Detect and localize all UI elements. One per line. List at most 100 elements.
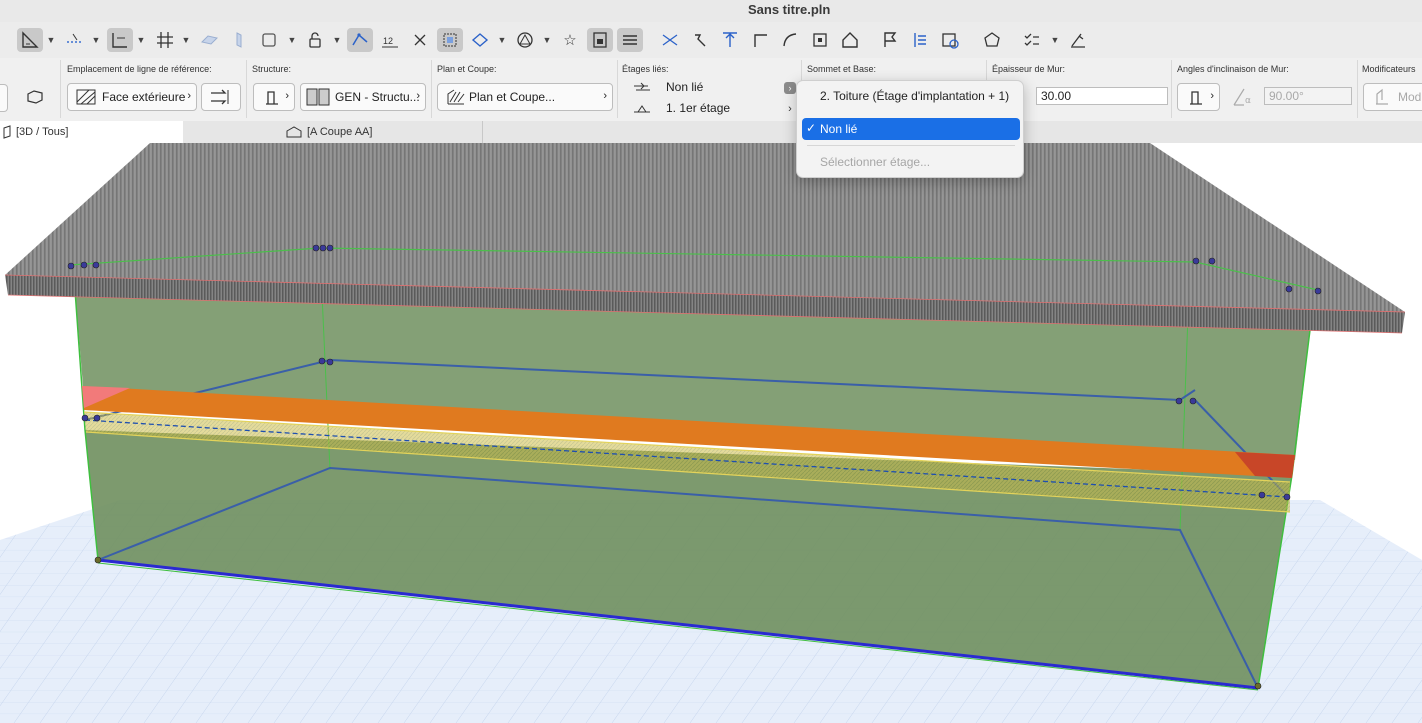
grid-icon[interactable] xyxy=(152,28,178,52)
flip-arrows-icon xyxy=(211,89,229,105)
angle-icon: α xyxy=(1233,88,1251,106)
dropdown-item-label: Sélectionner étage... xyxy=(820,155,931,169)
corner-icon[interactable] xyxy=(747,28,773,52)
reference-line-flip-button[interactable] xyxy=(201,83,241,111)
top-linked-arrow-button[interactable]: › xyxy=(784,82,796,94)
ruler-menu-caret[interactable]: ▼ xyxy=(46,32,56,48)
3d-view-icon xyxy=(3,125,11,139)
stack-icon[interactable] xyxy=(617,28,643,52)
structure-type-select[interactable]: › xyxy=(253,83,295,111)
shape-icon[interactable] xyxy=(512,28,538,52)
modifiers-label: Modificateurs xyxy=(1362,64,1416,74)
top-linked-value: Non lié xyxy=(666,80,704,94)
composite-icon xyxy=(306,88,330,106)
plan-section-icon xyxy=(447,89,465,105)
modifiers-button[interactable]: Modifi xyxy=(1363,83,1422,111)
check-list-menu-caret[interactable]: ▼ xyxy=(1050,32,1060,48)
group-icon[interactable] xyxy=(437,28,463,52)
previous-field-edge[interactable] xyxy=(0,84,8,112)
wall-slant-label: Angles d'inclinaison de Mur: xyxy=(1177,64,1289,74)
crop-icon[interactable] xyxy=(807,28,833,52)
snap-icon[interactable] xyxy=(107,28,133,52)
bottom-linked-arrow-button[interactable]: › xyxy=(784,103,796,115)
check-list-icon[interactable] xyxy=(1019,28,1045,52)
trace-icon[interactable] xyxy=(347,28,373,52)
layer-icon[interactable] xyxy=(587,28,613,52)
snap-menu-caret[interactable]: ▼ xyxy=(136,32,146,48)
chevron-right-icon: › xyxy=(1210,90,1214,102)
wall-thickness-label: Épaisseur de Mur: xyxy=(992,64,1066,74)
wall-slant-input: 90.00° xyxy=(1264,87,1352,105)
dropdown-item-toiture[interactable]: 2. Toiture (Étage d'implantation + 1) xyxy=(802,85,1020,107)
structure-composite-select[interactable]: GEN - Structu... › xyxy=(300,83,426,111)
dropdown-item-non-lie[interactable]: ✓ Non lié xyxy=(802,118,1020,140)
selection-menu-caret[interactable]: ▼ xyxy=(287,32,297,48)
view-icon[interactable] xyxy=(467,28,493,52)
3d-model-scene[interactable] xyxy=(0,143,1422,723)
section-view-icon xyxy=(286,126,302,138)
separator xyxy=(1357,60,1358,118)
calendar-icon[interactable] xyxy=(937,28,963,52)
svg-text:α: α xyxy=(1245,96,1251,106)
guideline-menu-caret[interactable]: ▼ xyxy=(91,32,101,48)
view-menu-caret[interactable]: ▼ xyxy=(497,32,507,48)
straight-wall-icon xyxy=(1190,91,1202,105)
dropdown-item-label: Non lié xyxy=(820,122,858,136)
window-title: Sans titre.pln xyxy=(748,2,831,17)
separator xyxy=(431,60,432,118)
info-box: Emplacement de ligne de référence: Face … xyxy=(0,58,1422,122)
top-story-icon xyxy=(634,82,650,91)
slab-icon[interactable] xyxy=(226,28,252,52)
bottom-story-icon xyxy=(634,105,650,113)
wall-slant-type-select[interactable]: › xyxy=(1177,83,1220,111)
cross-icon[interactable] xyxy=(407,28,433,52)
dropdown-item-select-story: Sélectionner étage... xyxy=(802,151,1020,173)
curve-icon[interactable] xyxy=(777,28,803,52)
brush-icon[interactable] xyxy=(1065,28,1091,52)
separator xyxy=(1171,60,1172,118)
separator xyxy=(60,60,61,118)
ruler-icon[interactable] xyxy=(17,28,43,52)
lock-icon[interactable] xyxy=(302,28,328,52)
modifiers-value: Modifi xyxy=(1398,90,1422,104)
plan-section-select[interactable]: Plan et Coupe... › xyxy=(437,83,613,111)
tab-label: [A Coupe AA] xyxy=(307,126,373,138)
chevron-right-icon: › xyxy=(285,90,289,102)
plane-icon[interactable] xyxy=(196,28,222,52)
bottom-linked-value: 1. 1er étage xyxy=(666,101,731,115)
structure-value: GEN - Structu... xyxy=(335,90,420,104)
plan-section-value: Plan et Coupe... xyxy=(469,90,556,104)
guideline-icon[interactable] xyxy=(62,28,88,52)
tab-3d-all[interactable]: [3D / Tous] xyxy=(0,121,183,143)
wall-geometry-icon[interactable] xyxy=(22,84,48,108)
grid-menu-caret[interactable]: ▼ xyxy=(181,32,191,48)
top-base-label: Sommet et Base: xyxy=(807,64,877,74)
basic-wall-icon xyxy=(266,91,278,105)
selection-icon[interactable] xyxy=(256,28,282,52)
chevron-right-icon: › xyxy=(416,90,420,102)
wall-thickness-input[interactable]: 30.00 xyxy=(1036,87,1168,105)
chevron-right-icon: › xyxy=(603,90,607,102)
3d-viewport[interactable] xyxy=(0,143,1422,723)
dimension-icon[interactable]: 12 xyxy=(377,28,403,52)
tab-section-aa[interactable]: [A Coupe AA] xyxy=(285,121,483,143)
house-icon[interactable] xyxy=(837,28,863,52)
reference-line-select[interactable]: Face extérieure › xyxy=(67,83,197,111)
elevate-icon[interactable] xyxy=(717,28,743,52)
checkmark-icon: ✓ xyxy=(806,121,817,135)
dropdown-item-label: 2. Toiture (Étage d'implantation + 1) xyxy=(820,89,1010,103)
reference-line-value: Face extérieure xyxy=(102,90,186,104)
modifier-icon xyxy=(1376,88,1388,105)
hammer-icon[interactable] xyxy=(687,28,713,52)
window-title-bar: Sans titre.pln xyxy=(0,0,1422,23)
lock-menu-caret[interactable]: ▼ xyxy=(332,32,342,48)
shape-menu-caret[interactable]: ▼ xyxy=(542,32,552,48)
flag-icon[interactable] xyxy=(877,28,903,52)
badge-icon[interactable] xyxy=(979,28,1005,52)
star-icon[interactable]: ☆ xyxy=(557,28,583,52)
scissors-icon[interactable] xyxy=(657,28,683,52)
hatch-icon xyxy=(76,89,96,105)
list-icon[interactable] xyxy=(907,28,933,52)
main-toolbar: ▼ ▼ ▼ ▼ ▼ ▼ 12 ▼ ▼ ☆ ▼ xyxy=(0,22,1422,59)
separator xyxy=(246,60,247,118)
